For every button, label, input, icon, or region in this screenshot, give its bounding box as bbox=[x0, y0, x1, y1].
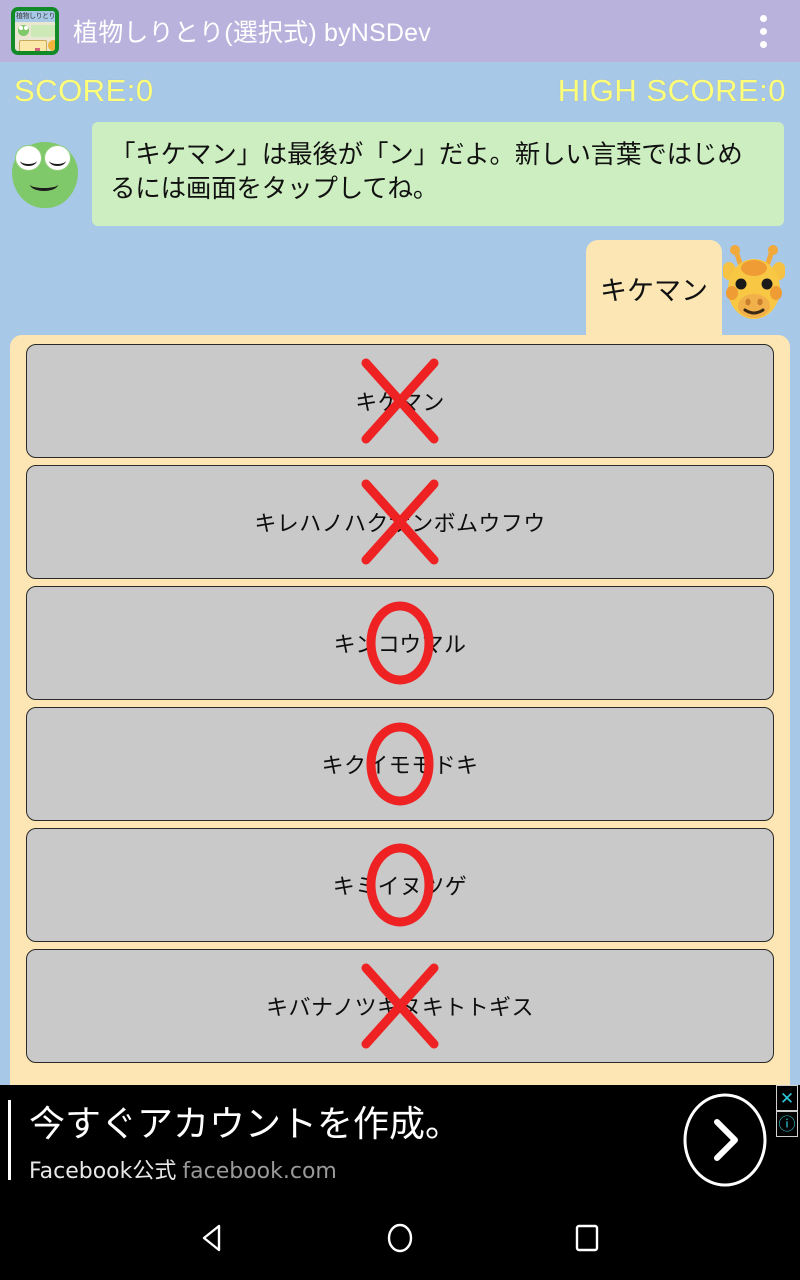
choice-item[interactable]: キミイヌツゲ bbox=[26, 828, 774, 942]
choice-label: キレハノハクサンボムウフウ bbox=[254, 512, 546, 537]
app-title: 植物しりとり(選択式) byNSDev bbox=[73, 19, 431, 47]
app-icon-caption: 植物しりとり bbox=[16, 13, 55, 20]
current-word-label: キケマン bbox=[600, 275, 708, 307]
overflow-menu-button[interactable] bbox=[746, 0, 780, 62]
back-triangle-icon bbox=[203, 1224, 221, 1251]
ad-url: facebook.com bbox=[182, 1159, 337, 1184]
ad-text-block: 今すぐアカウントを作成。 Facebook公式 facebook.com bbox=[29, 1095, 670, 1185]
choice-item[interactable]: キバナノツキヌキトトギス bbox=[26, 949, 774, 1063]
ad-brand: Facebook公式 bbox=[29, 1159, 177, 1184]
frog-eye-left bbox=[15, 145, 42, 171]
score-label: SCORE:0 bbox=[14, 73, 154, 108]
choice-label: キンコウマル bbox=[333, 633, 467, 658]
app-icon-frog-icon bbox=[18, 25, 29, 36]
frog-eye-right bbox=[44, 145, 71, 171]
frog-mascot-icon bbox=[12, 142, 78, 208]
high-score-label: HIGH SCORE:0 bbox=[557, 73, 786, 108]
choice-item[interactable]: キクイモモドキ bbox=[26, 707, 774, 821]
app-title-bar: 植物しりとり 植物しりとり(選択式) byNSDev bbox=[0, 0, 800, 62]
speech-bubble: 「キケマン」は最後が「ン」だよ。新しい言葉ではじめるには画面をタップしてね。 bbox=[92, 122, 784, 227]
nav-home-button[interactable] bbox=[370, 1208, 430, 1268]
ad-badges: ✕ ⓘ bbox=[776, 1085, 798, 1137]
ad-subline: Facebook公式 facebook.com bbox=[29, 1153, 670, 1185]
app-icon-giraffe-icon bbox=[48, 40, 55, 51]
score-bar: SCORE:0 HIGH SCORE:0 bbox=[0, 70, 800, 112]
ad-close-button[interactable]: ✕ bbox=[776, 1085, 798, 1111]
game-area[interactable]: SCORE:0 HIGH SCORE:0 「キケマン」は最後が「ン」だよ。新しい… bbox=[0, 62, 800, 1085]
choice-label: キバナノツキヌキトトギス bbox=[266, 996, 534, 1021]
overflow-dot-2 bbox=[759, 27, 767, 35]
speech-message: 「キケマン」は最後が「ン」だよ。新しい言葉ではじめるには画面をタップしてね。 bbox=[110, 140, 743, 205]
overflow-dot-1 bbox=[759, 14, 767, 22]
ad-info-button[interactable]: ⓘ bbox=[776, 1111, 798, 1137]
choice-label: キケマン bbox=[355, 391, 445, 416]
android-screen: 植物しりとり 植物しりとり(選択式) byNSDev SCORE:0 HIGH … bbox=[0, 0, 800, 1280]
ad-banner[interactable]: 今すぐアカウントを作成。 Facebook公式 facebook.com ✕ ⓘ bbox=[0, 1085, 800, 1195]
choice-label: キクイモモドキ bbox=[321, 754, 479, 779]
home-circle-icon bbox=[387, 1223, 413, 1252]
current-word-tab[interactable]: キケマン bbox=[586, 240, 722, 336]
ad-cta-button[interactable] bbox=[670, 1092, 780, 1188]
giraffe-mascot-icon bbox=[723, 245, 785, 319]
speech-row: 「キケマン」は最後が「ン」だよ。新しい言葉ではじめるには画面をタップしてね。 bbox=[0, 122, 800, 227]
overflow-dot-3 bbox=[759, 40, 767, 48]
choice-item[interactable]: キレハノハクサンボムウフウ bbox=[26, 465, 774, 579]
android-navigation-bar bbox=[0, 1195, 800, 1280]
current-word-tab-row: キケマン bbox=[0, 240, 800, 336]
app-icon-foot bbox=[35, 48, 40, 51]
app-icon-band: 植物しりとり bbox=[15, 11, 55, 22]
nav-recents-button[interactable] bbox=[557, 1208, 617, 1268]
choice-item[interactable]: キンコウマル bbox=[26, 586, 774, 700]
nav-back-button[interactable] bbox=[183, 1208, 243, 1268]
ad-accent-rule bbox=[8, 1100, 11, 1180]
app-icon: 植物しりとり bbox=[11, 7, 59, 55]
app-icon-bubble bbox=[31, 25, 55, 37]
frog-mouth bbox=[30, 178, 58, 191]
ad-headline: 今すぐアカウントを作成。 bbox=[29, 1104, 462, 1145]
choice-item[interactable]: キケマン bbox=[26, 344, 774, 458]
choices-panel: キケマンキレハノハクサンボムウフウ キンコウマル キクイモモドキ キミイヌツゲキバナノ… bbox=[10, 335, 790, 1085]
recents-square-icon bbox=[575, 1224, 598, 1251]
chevron-right-icon bbox=[683, 1093, 767, 1187]
app-icon-card bbox=[19, 40, 47, 51]
choice-label: キミイヌツゲ bbox=[332, 875, 468, 900]
